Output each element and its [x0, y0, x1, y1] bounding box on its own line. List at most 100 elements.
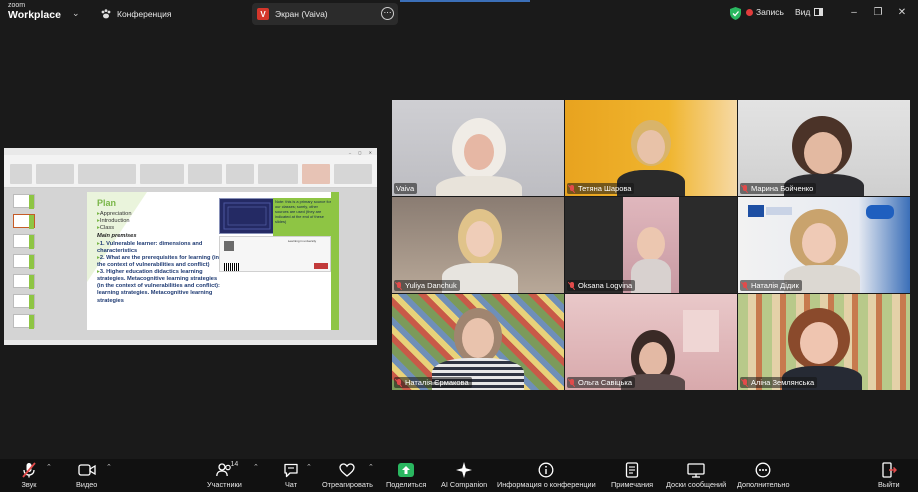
close-icon[interactable]: ✕ — [894, 5, 910, 21]
heart-icon — [338, 462, 356, 478]
participant-name: Oksana Logvina — [578, 281, 633, 290]
meeting-tab[interactable]: Конференция — [100, 6, 171, 22]
leave-icon — [880, 462, 898, 478]
muted-mic-icon — [742, 184, 748, 193]
video-tile[interactable]: Vaiva — [392, 100, 564, 196]
audio-button[interactable]: Звук — [20, 462, 38, 491]
shared-screen[interactable]: – ◻ ✕ Plan Appreciation Int — [4, 148, 377, 345]
share-screen-button[interactable]: Поделиться — [386, 462, 426, 491]
audio-options-caret-icon[interactable]: ⌃ — [46, 463, 52, 471]
slide-point: 1. Vulnerable learner: dimensions and ch… — [97, 241, 221, 255]
erasmus-logo — [766, 207, 792, 215]
slide-thumbnails — [6, 192, 40, 337]
chat-button[interactable]: Чат — [282, 462, 300, 491]
slide-thumbnail — [13, 234, 35, 249]
chat-label: Чат — [284, 480, 298, 489]
recording-indicator[interactable]: Запись — [746, 7, 784, 17]
shared-window-titlebar: – ◻ ✕ — [4, 148, 377, 155]
video-tile[interactable]: Наталія Дідик — [738, 197, 910, 293]
recording-label: Запись — [756, 7, 784, 17]
participant-name: Аліна Землянська — [751, 378, 815, 387]
muted-mic-icon — [742, 378, 748, 387]
slide-point: 3. Higher education didactics learning s… — [97, 269, 221, 305]
book-info-title: Learning in university — [287, 239, 317, 243]
react-options-caret-icon[interactable]: ⌃ — [368, 463, 374, 471]
meeting-info-label: Информация о конференции — [497, 480, 596, 489]
slide-item: Class — [97, 225, 221, 232]
muted-microphone-icon — [20, 462, 38, 478]
book-cover-image — [219, 198, 274, 234]
shared-app-ribbon — [4, 155, 377, 188]
participant-name-tag: Марина Бойченко — [740, 183, 817, 194]
share-label: Поделиться — [386, 480, 427, 489]
view-layout-icon — [814, 8, 824, 16]
chevron-down-icon[interactable]: ⌄ — [72, 8, 80, 19]
video-camera-icon — [78, 462, 96, 478]
more-button[interactable]: Дополнительно — [737, 462, 790, 491]
share-indicator-bar — [400, 0, 530, 2]
video-tile[interactable]: Тетяна Шарова — [565, 100, 737, 196]
video-tile[interactable]: Oksana Logvina — [565, 197, 737, 293]
slide-item: Introduction — [97, 218, 221, 225]
whiteboards-button[interactable]: Доски сообщений — [666, 462, 726, 491]
video-tile[interactable]: Марина Бойченко — [738, 100, 910, 196]
screen-share-tab-label: Экран (Vaiva) — [275, 9, 328, 19]
participant-name-tag: Наталія Дідик — [740, 280, 802, 291]
video-button[interactable]: Видео — [76, 462, 97, 491]
muted-mic-icon — [569, 184, 575, 193]
background-logo — [683, 310, 719, 352]
video-tile[interactable]: Ольга Савіцька — [565, 294, 737, 390]
view-button[interactable]: Вид — [795, 7, 824, 17]
react-label: Отреагировать — [322, 480, 373, 489]
notes-button[interactable]: Примечания — [611, 462, 653, 491]
slide-subheading: Main premises — [97, 233, 137, 240]
participant-name: Vaiva — [396, 184, 415, 193]
participant-name: Наталія Єрмакова — [405, 378, 469, 387]
current-slide: Plan Appreciation Introduction Class Mai… — [87, 192, 339, 330]
view-label: Вид — [795, 7, 811, 17]
book-info-card: Learning in university — [219, 236, 331, 272]
video-tile[interactable]: Yuliya Danchuk — [392, 197, 564, 293]
more-dots-icon — [754, 462, 772, 478]
zoom-logo[interactable]: zoom Workplace — [8, 2, 61, 21]
participant-name-tag: Аліна Землянська — [740, 377, 818, 388]
video-tile[interactable]: Аліна Землянська — [738, 294, 910, 390]
slide-thumbnail — [13, 194, 35, 209]
more-options-icon[interactable]: ⋯ — [381, 7, 394, 20]
participant-name: Наталія Дідик — [751, 281, 799, 290]
book-pattern — [223, 202, 271, 230]
participants-icon: 14 — [215, 461, 238, 478]
meeting-info-button[interactable]: Информация о конференции — [497, 462, 596, 491]
ai-companion-button[interactable]: AI Companion — [441, 462, 487, 491]
slide-thumbnail — [13, 254, 35, 269]
restore-icon[interactable]: ❐ — [870, 5, 886, 21]
video-label: Видео — [76, 480, 98, 489]
muted-mic-icon — [396, 281, 402, 290]
shield-icon[interactable] — [730, 7, 741, 20]
video-tile[interactable]: Наталія Єрмакова — [392, 294, 564, 390]
more-label: Дополнительно — [737, 480, 790, 489]
participant-name-tag: Yuliya Danchuk — [394, 280, 460, 291]
participant-name-tag: Наталія Єрмакова — [394, 377, 472, 388]
info-icon — [537, 462, 555, 478]
whiteboards-label: Доски сообщений — [666, 480, 727, 489]
slide-editor-area: Plan Appreciation Introduction Class Mai… — [4, 188, 377, 340]
participants-button[interactable]: 14 Участники — [207, 461, 242, 491]
ai-label: AI Companion — [441, 480, 488, 489]
slide-thumbnail — [13, 294, 35, 309]
record-dot-icon — [746, 8, 753, 16]
leave-button[interactable]: Выйти — [878, 462, 900, 491]
slide-point: 2. What are the prerequisites for learni… — [97, 255, 221, 269]
react-button[interactable]: Отреагировать — [322, 462, 373, 491]
video-options-caret-icon[interactable]: ⌃ — [106, 463, 112, 471]
participant-name-tag: Тетяна Шарова — [567, 183, 635, 194]
logo-line1: zoom — [8, 2, 26, 9]
participant-name-tag: Vaiva — [394, 183, 418, 194]
screen-share-tab[interactable]: V Экран (Vaiva) ⋯ — [252, 3, 398, 25]
paw-icon — [101, 9, 111, 19]
participant-name: Тетяна Шарова — [578, 184, 632, 193]
participants-options-caret-icon[interactable]: ⌃ — [253, 463, 259, 471]
chat-options-caret-icon[interactable]: ⌃ — [306, 463, 312, 471]
slide-item: Appreciation — [97, 211, 221, 218]
minimize-icon[interactable]: – — [846, 5, 862, 21]
